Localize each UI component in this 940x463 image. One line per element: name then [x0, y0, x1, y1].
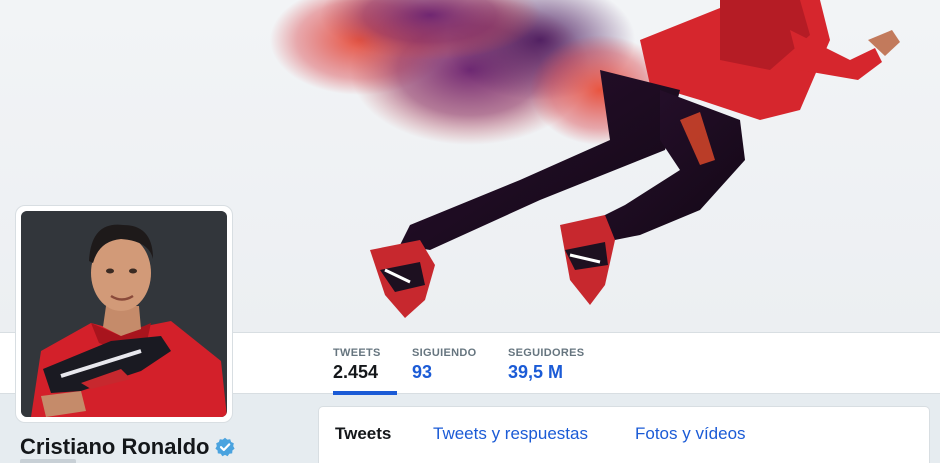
profile-handle-clipped — [20, 459, 76, 463]
stat-tweets-label: TWEETS — [333, 347, 381, 359]
stat-following-label: SIGUIENDO — [412, 347, 477, 359]
tab-tweets[interactable]: Tweets — [335, 424, 391, 444]
tab-photos-and-videos[interactable]: Fotos y vídeos — [635, 424, 746, 444]
timeline-tabs-card: Tweets Tweets y respuestas Fotos y vídeo… — [318, 406, 930, 463]
profile-name[interactable]: Cristiano Ronaldo — [20, 434, 209, 460]
stat-tweets-value: 2.454 — [333, 362, 379, 382]
stat-following-value: 93 — [412, 362, 433, 382]
stat-followers-label: SEGUIDORES — [508, 347, 585, 359]
stat-tweets[interactable]: TWEETS 2.454 — [333, 333, 397, 395]
stat-followers[interactable]: SEGUIDORES 39,5 M — [508, 333, 590, 394]
verified-badge-icon — [215, 437, 236, 457]
stat-following[interactable]: SIGUIENDO 93 — [412, 333, 482, 394]
stat-followers-value: 39,5 M — [508, 362, 564, 382]
avatar-image — [21, 211, 227, 417]
profile-avatar[interactable] — [15, 205, 233, 423]
profile-name-row: Cristiano Ronaldo — [20, 434, 236, 460]
tab-tweets-and-replies[interactable]: Tweets y respuestas — [433, 424, 588, 444]
